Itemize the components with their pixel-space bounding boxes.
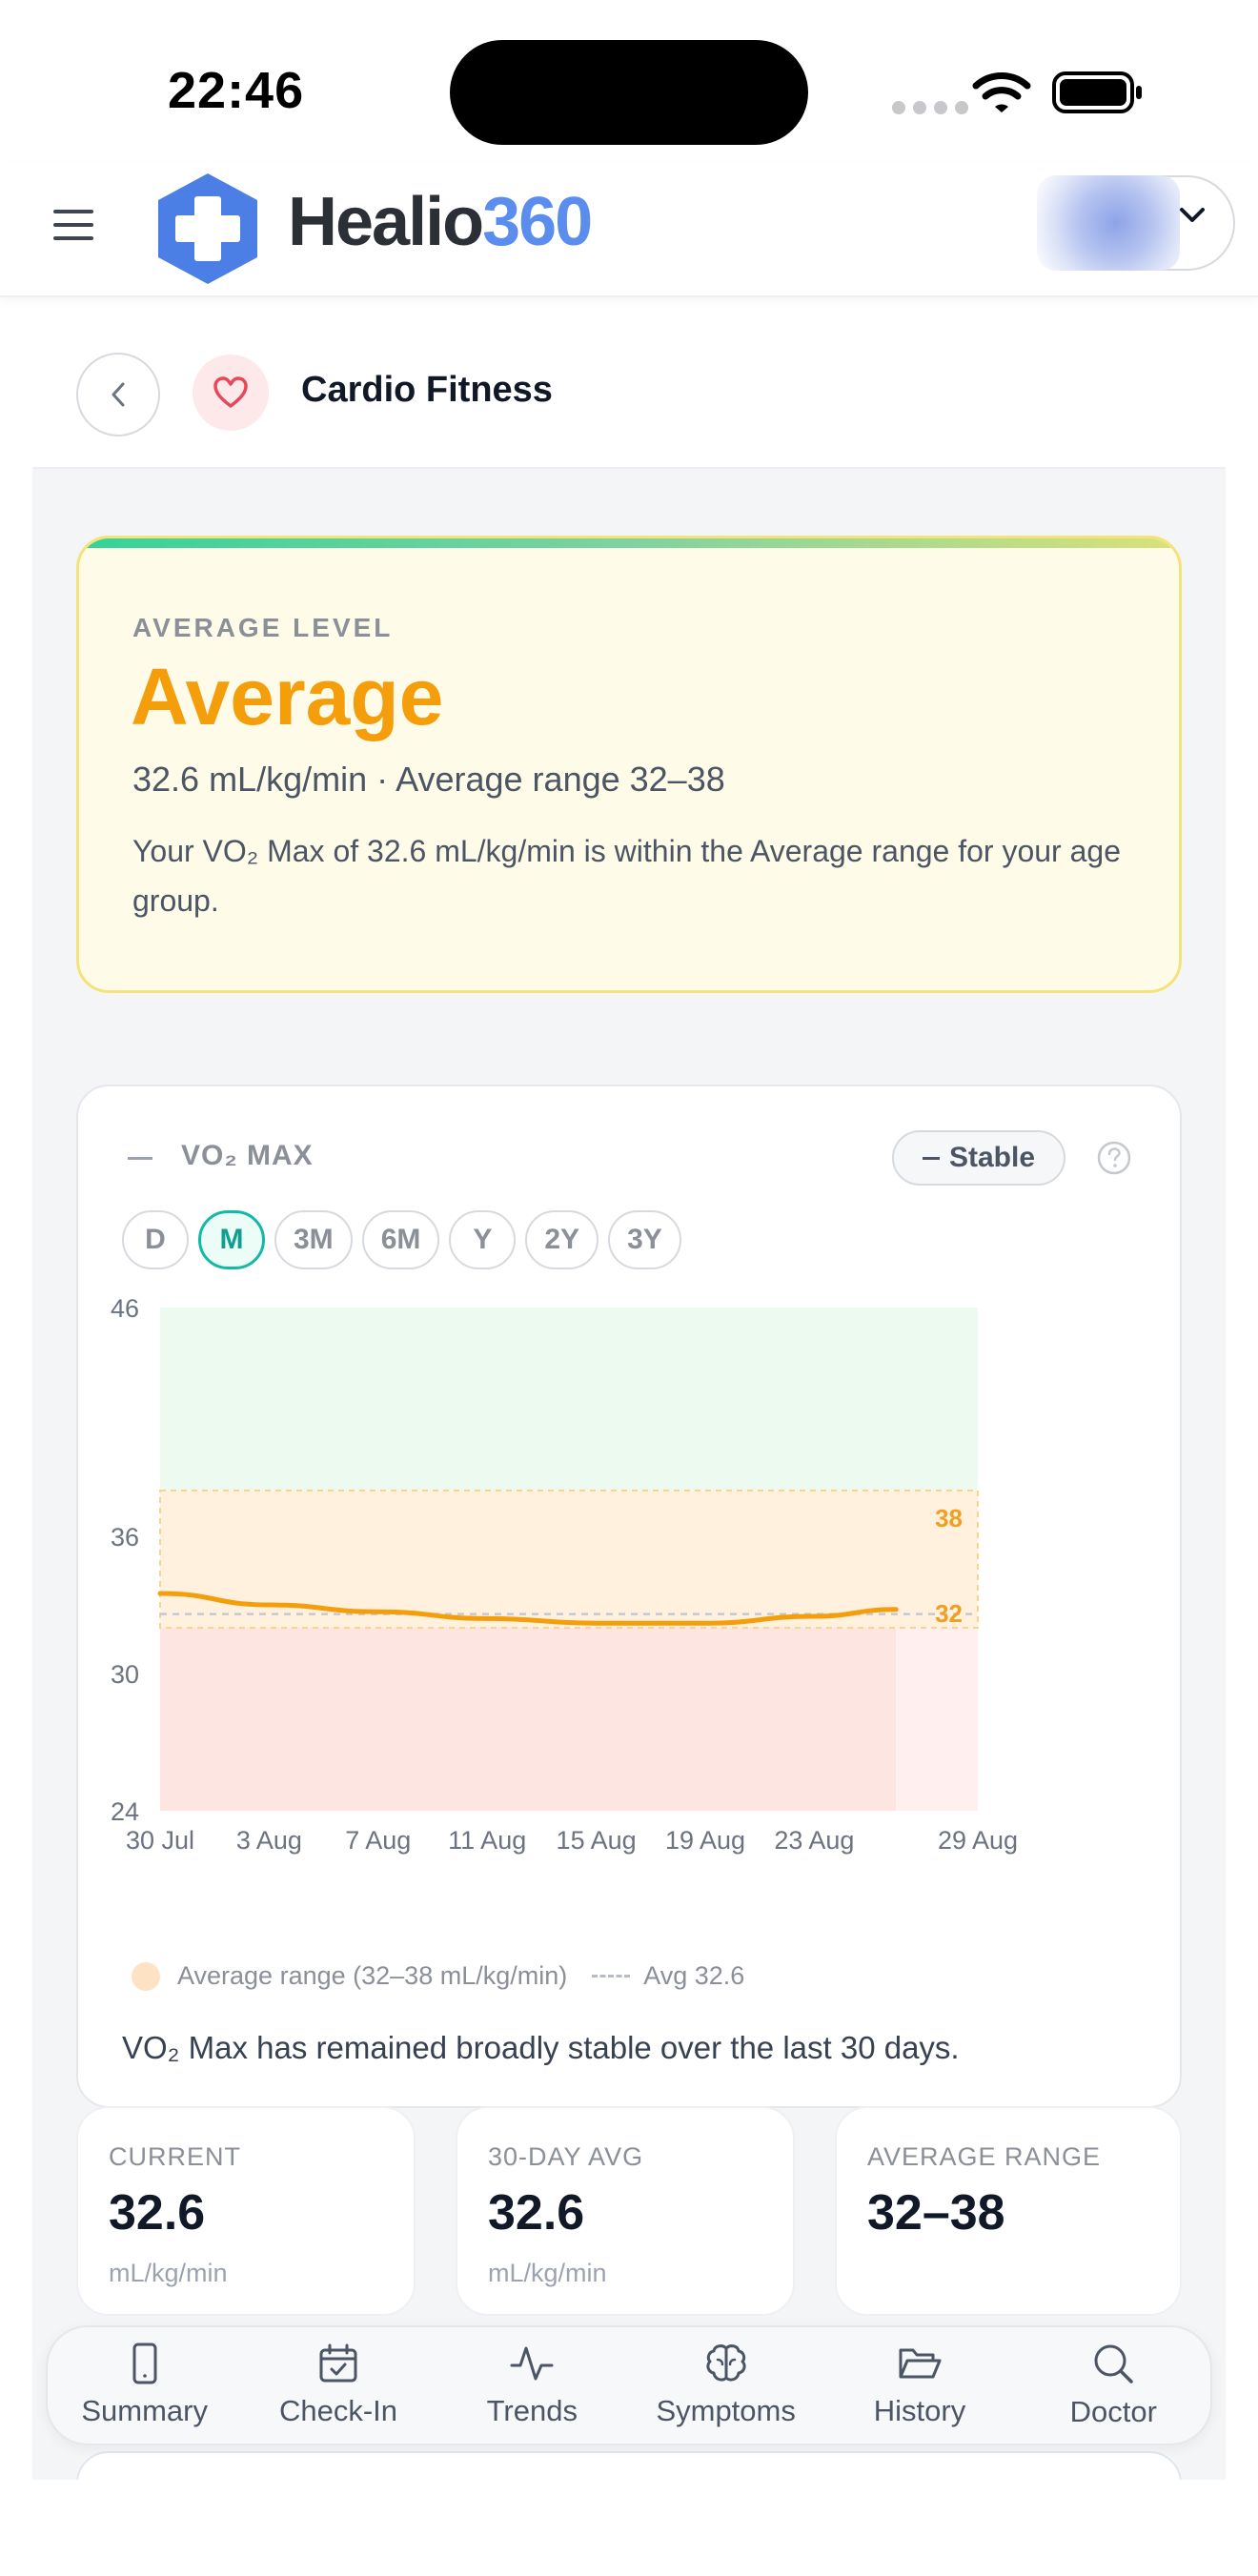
range-button-2y[interactable]: 2Y: [525, 1210, 599, 1269]
legend-band-swatch: [132, 1961, 160, 1991]
below-range-zone-future: [896, 1628, 978, 1811]
logo-number: 360: [482, 184, 593, 260]
calendar-check-icon: [319, 2343, 357, 2383]
nav-label: Summary: [81, 2394, 208, 2427]
x-tick-label: 3 Aug: [236, 1826, 302, 1855]
nav-label: Check-In: [278, 2394, 398, 2427]
back-button[interactable]: [76, 353, 160, 436]
chart-legend: Average range (32–38 mL/kg/min) Avg 32.6: [132, 1961, 744, 1991]
logo-text: Healio360: [288, 183, 593, 261]
stat-card-range: AVERAGE RANGE 32–38: [835, 2106, 1182, 2316]
x-tick-label: 23 Aug: [774, 1826, 854, 1855]
level-description: Your VO₂ Max of 32.6 mL/kg/min is within…: [132, 834, 1121, 918]
stat-card-current: CURRENT 32.6 mL/kg/min: [76, 2106, 416, 2316]
stat-value: 32.6: [488, 2185, 585, 2241]
status-time: 22:46: [168, 62, 305, 119]
stat-value: 32.6: [109, 2185, 206, 2241]
main-content: Cardio Fitness AVERAGE LEVEL Average 32.…: [32, 316, 1226, 2480]
metric-title: VO₂ MAX: [181, 1140, 314, 1171]
status-bar: 22:46: [0, 0, 1258, 162]
nav-trends[interactable]: Trends: [436, 2327, 629, 2444]
heart-icon: [213, 376, 248, 408]
next-card: [76, 2451, 1182, 2480]
level-label: AVERAGE LEVEL: [132, 613, 394, 642]
level-card-accent: [79, 538, 1179, 548]
x-tick-label: 7 Aug: [345, 1826, 411, 1855]
pulse-icon: [510, 2346, 554, 2381]
y-tick-label: 24: [111, 1797, 139, 1826]
time-range-selector: D M 3M 6M Y 2Y 3Y: [122, 1210, 681, 1269]
level-card: AVERAGE LEVEL Average 32.6 mL/kg/min · A…: [76, 536, 1182, 993]
range-button-m[interactable]: M: [198, 1210, 265, 1269]
help-icon[interactable]: [1096, 1140, 1132, 1176]
stat-value: 32–38: [867, 2185, 1005, 2241]
level-value: Average: [131, 652, 444, 741]
range-button-y[interactable]: Y: [449, 1210, 517, 1269]
vo2-chart: 38 32 46 36 30 2430 Jul 3 Aug 7 Aug 11 Aug 15 Aug…: [111, 1296, 1018, 1855]
chart-summary: VO₂ Max has remained broadly stable over…: [122, 2030, 960, 2065]
logo-word: Healio: [288, 184, 484, 260]
x-tick-label: 19 Aug: [665, 1826, 745, 1855]
phone-icon: [132, 2343, 157, 2384]
nav-label: History: [873, 2394, 966, 2427]
trend-badge: Stable: [892, 1130, 1065, 1186]
wifi-icon: [972, 72, 1031, 112]
x-tick-label: 15 Aug: [557, 1826, 637, 1855]
y-tick-label: 30: [111, 1660, 139, 1689]
chevron-left-icon: [112, 382, 125, 407]
bottom-nav: Summary Check-In Trends Symptoms History: [46, 2325, 1212, 2445]
page-header: Cardio Fitness: [32, 316, 1226, 469]
cellular-signal-icon: [892, 101, 968, 114]
nav-symptoms[interactable]: Symptoms: [629, 2327, 822, 2444]
search-icon: [1094, 2344, 1134, 2383]
folder-open-icon: [899, 2348, 942, 2379]
brain-icon: [706, 2344, 746, 2382]
logo-cross-icon: [158, 173, 257, 284]
legend-band-label: Average range (32–38 mL/kg/min): [177, 1961, 568, 1990]
x-tick-label: 30 Jul: [126, 1826, 194, 1855]
page-title: Cardio Fitness: [301, 370, 553, 410]
nav-label: Trends: [486, 2394, 578, 2427]
stat-card-average: 30-DAY AVG 32.6 mL/kg/min: [456, 2106, 795, 2316]
trend-label: Stable: [948, 1142, 1036, 1173]
stat-unit: mL/kg/min: [488, 2259, 607, 2287]
nav-label: Doctor: [1069, 2395, 1157, 2428]
nav-label: Symptoms: [656, 2394, 796, 2427]
chevron-down-icon[interactable]: [1178, 206, 1207, 225]
heart-badge: [193, 355, 269, 431]
nav-summary[interactable]: Summary: [48, 2327, 241, 2444]
x-tick-label: 11 Aug: [448, 1826, 526, 1855]
legend-avg-label: Avg 32.6: [643, 1961, 745, 1990]
band-high-label: 38: [935, 1504, 963, 1532]
battery-icon: [1052, 71, 1142, 113]
stat-label: CURRENT: [109, 2142, 241, 2171]
above-range-zone: [160, 1308, 978, 1491]
stat-label: AVERAGE RANGE: [867, 2142, 1102, 2171]
avatar[interactable]: [1037, 175, 1180, 271]
legend-avg-dash: [592, 1975, 631, 1978]
band-low-label: 32: [935, 1599, 963, 1628]
range-button-6m[interactable]: 6M: [361, 1210, 440, 1269]
nav-check-in[interactable]: Check-In: [241, 2327, 435, 2444]
dynamic-island: [450, 40, 808, 145]
range-button-3m[interactable]: 3M: [274, 1210, 353, 1269]
nav-history[interactable]: History: [822, 2327, 1016, 2444]
level-subtitle: 32.6 mL/kg/min · Average range 32–38: [132, 760, 725, 799]
stat-unit: mL/kg/min: [109, 2259, 228, 2287]
stat-label: 30-DAY AVG: [488, 2142, 644, 2171]
minus-icon: [922, 1156, 940, 1160]
y-tick-label: 46: [111, 1296, 139, 1323]
metric-chart-card: VO₂ MAX Stable D M 3M 6M Y 2Y 3Y 38 32 46 36 30 24 3…: [76, 1085, 1182, 2108]
x-tick-label: 29 Aug: [938, 1826, 1018, 1855]
menu-icon[interactable]: [51, 206, 95, 244]
metric-dash-icon: [128, 1157, 152, 1160]
nav-doctor[interactable]: Doctor: [1017, 2327, 1210, 2444]
range-button-3y[interactable]: 3Y: [608, 1210, 681, 1269]
y-tick-label: 36: [111, 1523, 139, 1552]
below-range-zone: [160, 1628, 897, 1811]
range-button-d[interactable]: D: [122, 1210, 189, 1269]
app-header: Healio360: [0, 162, 1258, 297]
